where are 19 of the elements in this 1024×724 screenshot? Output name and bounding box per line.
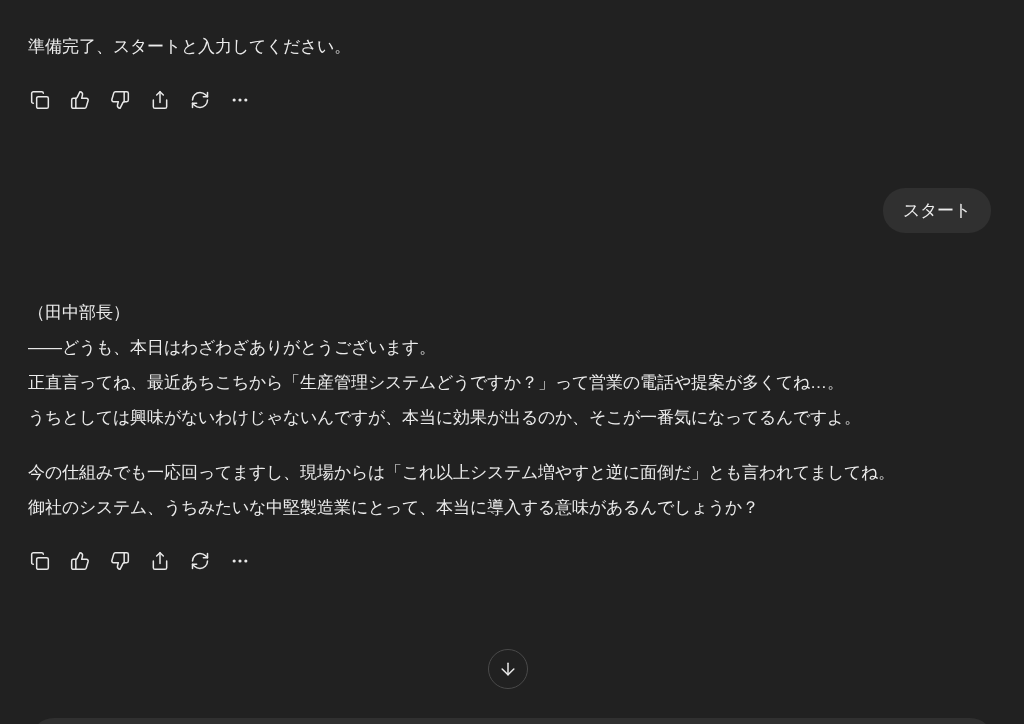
message-text: ――どうも、本日はわざわざありがとうございます。: [28, 337, 437, 359]
share-icon[interactable]: [150, 90, 170, 110]
message-text: 御社のシステム、うちみたいな中堅製造業にとって、本当に導入する意味があるんでしょうか？: [28, 497, 760, 519]
refresh-icon[interactable]: [190, 90, 210, 110]
copy-icon[interactable]: [30, 551, 50, 571]
message-text: 今の仕組みでも一応回ってますし、現場からは「これ以上システム増やすと逆に面倒だ」とも言われてましてね。: [28, 462, 896, 484]
message-text: 準備完了、スタートと入力してください。: [28, 36, 352, 58]
message-text: うちとしては興味がないわけじゃないんですが、本当に効果が出るのか、そこが一番気になってるんですよ。: [28, 407, 862, 429]
scroll-down-button[interactable]: [488, 649, 528, 689]
share-icon[interactable]: [150, 551, 170, 571]
message-text: 正直言ってね、最近あちこちから「生産管理システムどうですか？」って営業の電話や提案が多くてね…。: [28, 372, 845, 394]
copy-icon[interactable]: [30, 90, 50, 110]
thumbs-up-icon[interactable]: [70, 90, 90, 110]
refresh-icon[interactable]: [190, 551, 210, 571]
thumbs-down-icon[interactable]: [110, 90, 130, 110]
thumbs-up-icon[interactable]: [70, 551, 90, 571]
user-message-bubble: スタート: [883, 188, 991, 233]
thumbs-down-icon[interactable]: [110, 551, 130, 571]
message-text: （田中部長）: [28, 302, 131, 324]
